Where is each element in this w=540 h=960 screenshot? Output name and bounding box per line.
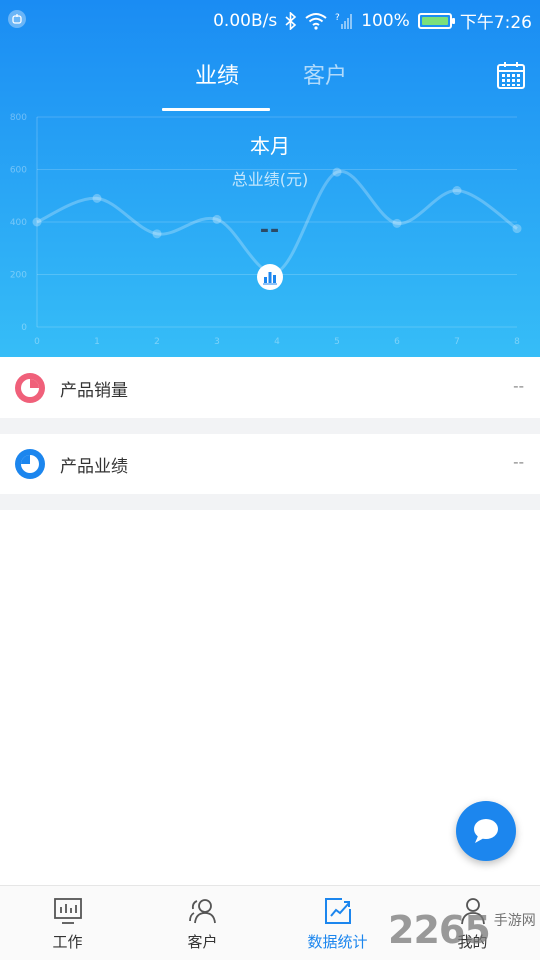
x-tick-label: 4 [274,337,280,347]
nav-work-label: 工作 [52,933,83,951]
x-tick-label: 1 [94,337,100,347]
status-bar: 0.00B/s ? 100% 下午7:26 [0,0,540,38]
bar-chart-toggle-icon[interactable] [257,264,283,290]
tab-customers[interactable]: 客户 [303,58,347,90]
pie-chart-icon [14,372,46,404]
total-performance-label: 总业绩(元) [231,170,309,189]
site-watermark: 2265 手游网 [388,902,536,952]
tab-performance[interactable]: 业绩 [195,58,239,90]
section-divider [0,418,540,434]
watermark-number: 2265 [388,908,491,952]
nav-statistics[interactable]: 数据统计 [270,886,405,960]
battery-percent: 100% [361,10,410,31]
nav-customers-label: 客户 [187,933,218,951]
product-sales-row[interactable]: 产品销量 -- [0,358,540,418]
y-tick-label: 0 [21,323,27,333]
clock: 下午7:26 [459,13,532,33]
chat-bubble-icon [474,819,498,843]
product-performance-label: 产品业绩 [60,457,128,477]
x-tick-label: 2 [154,337,160,347]
nav-statistics-label: 数据统计 [307,933,368,951]
trend-chart-icon [322,895,354,927]
data-point [92,193,102,203]
dashboard-icon [52,895,84,927]
period-label: 本月 [250,134,290,158]
app-notification-icon [8,10,26,28]
network-speed: 0.00B/s [213,10,278,31]
chat-fab-button[interactable] [456,801,516,861]
product-sales-label: 产品销量 [60,381,128,401]
x-tick-label: 6 [394,337,400,347]
donut-chart-icon [14,448,46,480]
x-tick-label: 8 [514,337,520,347]
svg-text:?: ? [335,13,340,23]
product-performance-row[interactable]: 产品业绩 -- [0,434,540,494]
product-sales-value: -- [513,377,524,395]
signal-icon: ? [335,13,353,29]
y-tick-label: 200 [10,271,27,281]
x-tick-label: 0 [34,337,40,347]
nav-customers[interactable]: 客户 [135,886,270,960]
watermark-text: 手游网 [493,913,536,929]
total-performance-value: -- [259,218,281,243]
x-tick-label: 7 [454,337,460,347]
users-icon [187,895,219,927]
calendar-icon[interactable] [496,60,526,90]
y-tick-label: 800 [10,113,27,123]
battery-icon [417,12,455,29]
section-divider [0,494,540,510]
wifi-icon [305,12,327,30]
product-performance-value: -- [513,453,524,471]
bluetooth-icon [285,11,297,30]
nav-work[interactable]: 工作 [0,886,135,960]
x-tick-label: 3 [214,337,220,347]
x-tick-label: 5 [334,337,340,347]
